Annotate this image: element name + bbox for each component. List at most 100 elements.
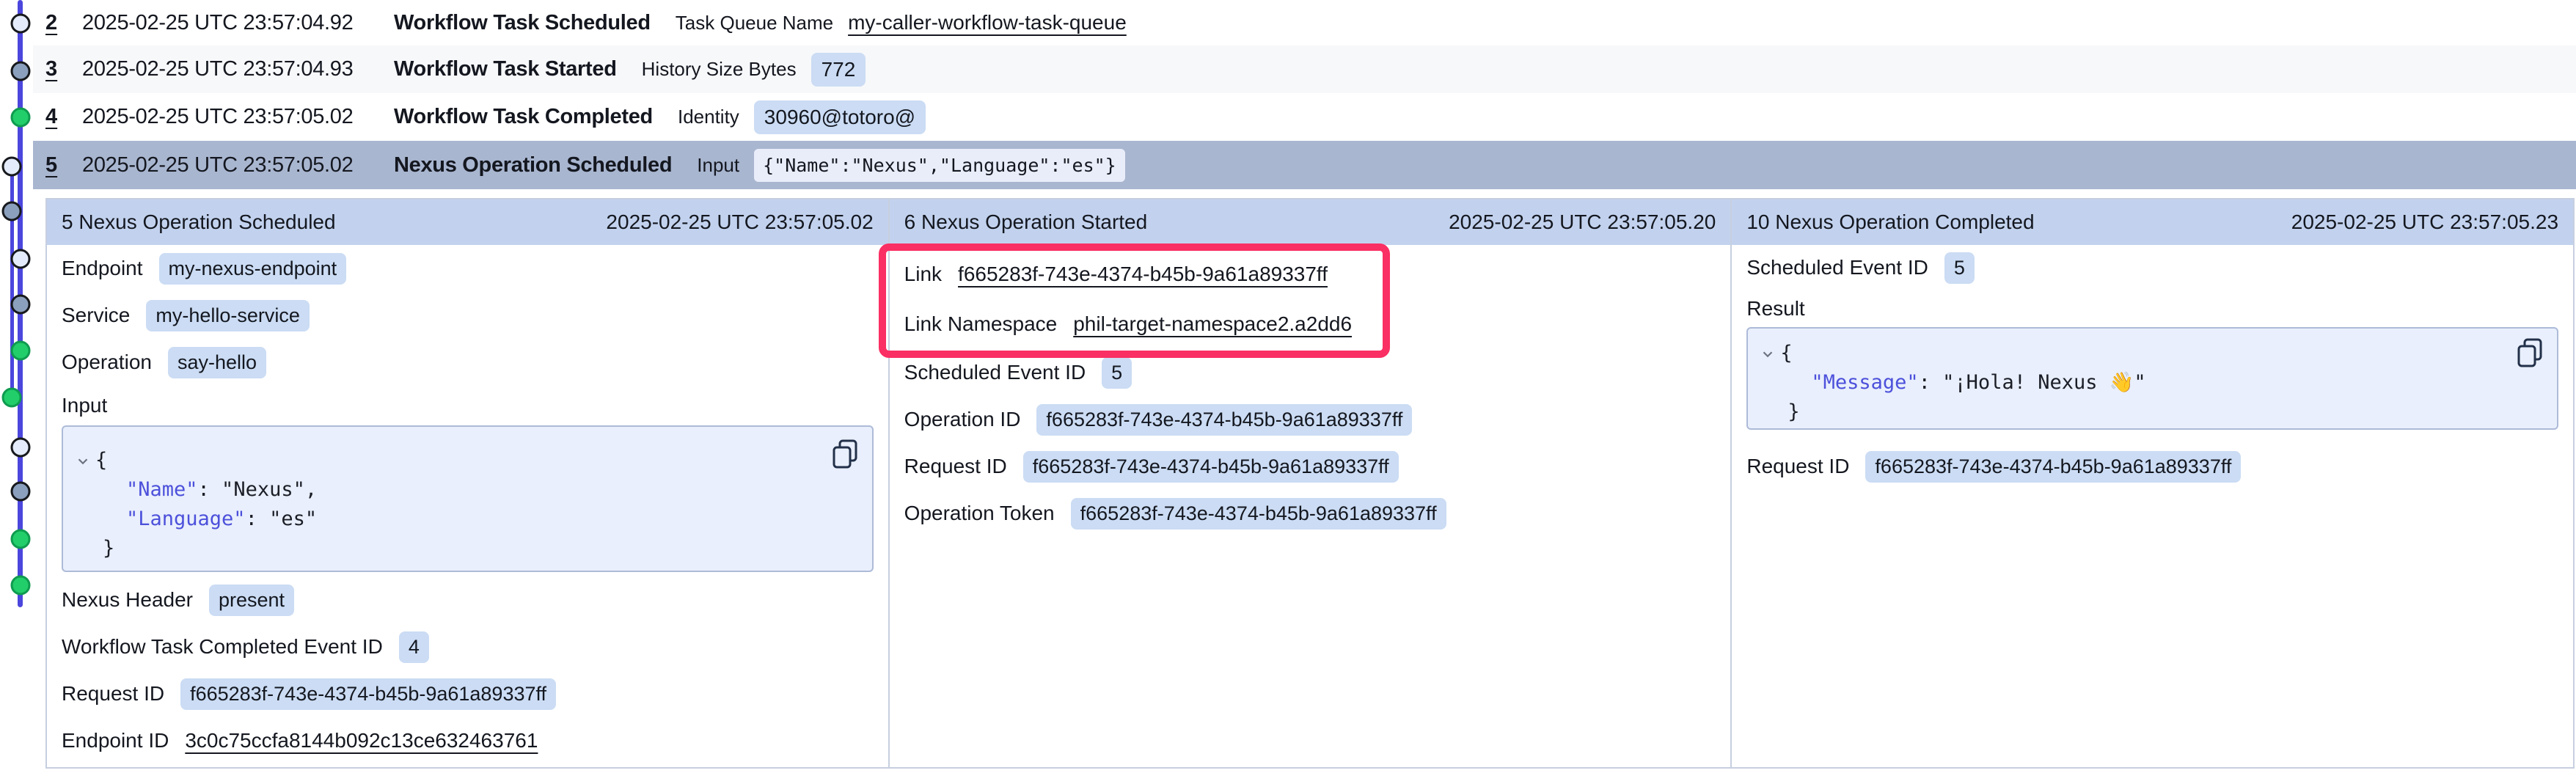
- field-scheduled-event-id: Scheduled Event ID 5: [904, 349, 1716, 396]
- panel-column-scheduled: 5 Nexus Operation Scheduled 2025-02-25 U…: [47, 199, 888, 767]
- event-timestamp: 2025-02-25 UTC 23:57:05.02: [82, 153, 394, 177]
- result-code-block: { "Message": "¡Hola! Nexus 👋" }: [1746, 327, 2558, 430]
- panel-column-started: 6 Nexus Operation Started 2025-02-25 UTC…: [888, 199, 1731, 767]
- event-status-dot-white: [11, 438, 31, 458]
- event-status-dot-green: [11, 576, 31, 596]
- scheduled-body: Endpoint my-nexus-endpoint Service my-he…: [47, 245, 888, 764]
- event-attr-label: Input: [697, 154, 739, 177]
- field-request-id: Request ID f665283f-743e-4374-b45b-9a61a…: [904, 443, 1716, 490]
- json-key: "Language": [126, 508, 246, 530]
- field-label: Request ID: [1746, 455, 1849, 478]
- field-operation-token: Operation Token f665283f-743e-4374-b45b-…: [904, 490, 1716, 537]
- event-id-link[interactable]: 3: [45, 57, 57, 81]
- endpoint-badge: my-nexus-endpoint: [159, 253, 347, 285]
- event-status-dot-white: [11, 14, 31, 34]
- field-label: Endpoint ID: [62, 729, 169, 752]
- field-label: Scheduled Event ID: [1746, 256, 1928, 279]
- event-status-dot-white: [2, 157, 22, 177]
- event-status-dot-white: [11, 249, 31, 269]
- event-status-dot-gray: [11, 62, 31, 81]
- event-id-cell: 5: [45, 153, 82, 177]
- field-label: Request ID: [62, 682, 164, 706]
- collapse-chevron-icon[interactable]: [1758, 346, 1777, 362]
- operation-badge: say-hello: [168, 347, 266, 378]
- field-request-id: Request ID f665283f-743e-4374-b45b-9a61a…: [1746, 443, 2558, 490]
- event-name: Nexus Operation Scheduled: [394, 153, 672, 177]
- field-scheduled-event-id: Scheduled Event ID 5: [1746, 245, 2558, 290]
- completed-body: Scheduled Event ID 5 Result { "Message":…: [1732, 245, 2573, 490]
- field-label: Nexus Header: [62, 588, 193, 612]
- field-label: Link Namespace: [904, 312, 1058, 336]
- event-id-cell: 2: [45, 11, 82, 35]
- field-service: Service my-hello-service: [62, 292, 874, 339]
- json-line: {: [73, 446, 821, 475]
- field-request-id: Request ID f665283f-743e-4374-b45b-9a61a…: [62, 670, 874, 717]
- json-line: "Name": "Nexus",: [73, 475, 821, 505]
- event-id-link[interactable]: 2: [45, 11, 57, 34]
- event-group-detail-panel: 5 Nexus Operation Scheduled 2025-02-25 U…: [45, 198, 2575, 769]
- field-label: Link: [904, 263, 942, 286]
- started-body: Link f665283f-743e-4374-b45b-9a61a89337f…: [890, 245, 1731, 537]
- event-row-2[interactable]: 2 2025-02-25 UTC 23:57:04.92 Workflow Ta…: [33, 0, 2576, 45]
- operation-id-badge: f665283f-743e-4374-b45b-9a61a89337ff: [1036, 404, 1412, 436]
- request-id-badge: f665283f-743e-4374-b45b-9a61a89337ff: [180, 678, 556, 710]
- event-timeline-rail: [0, 0, 33, 773]
- event-name: Workflow Task Scheduled: [394, 11, 651, 35]
- service-badge: my-hello-service: [146, 300, 310, 331]
- wtc-event-id-badge: 4: [399, 631, 429, 663]
- operation-token-badge: f665283f-743e-4374-b45b-9a61a89337ff: [1071, 498, 1446, 530]
- field-label: Operation Token: [904, 502, 1055, 525]
- event-row-4[interactable]: 4 2025-02-25 UTC 23:57:05.02 Workflow Ta…: [33, 93, 2576, 141]
- json-open-brace: {: [1780, 342, 1792, 364]
- completed-header-title: 10 Nexus Operation Completed: [1746, 210, 2034, 234]
- json-value: : "es": [246, 508, 318, 530]
- field-wtc-event-id: Workflow Task Completed Event ID 4: [62, 623, 874, 670]
- copy-icon[interactable]: [831, 439, 860, 471]
- json-value: : "¡Hola! Nexus 👋": [1919, 371, 2146, 394]
- started-header: 6 Nexus Operation Started 2025-02-25 UTC…: [890, 199, 1731, 245]
- link-link[interactable]: f665283f-743e-4374-b45b-9a61a89337ff: [958, 263, 1328, 286]
- request-id-badge: f665283f-743e-4374-b45b-9a61a89337ff: [1865, 451, 2241, 483]
- nexus-header-badge: present: [209, 585, 294, 616]
- task-queue-link[interactable]: my-caller-workflow-task-queue: [848, 11, 1127, 34]
- event-row-3[interactable]: 3 2025-02-25 UTC 23:57:04.93 Workflow Ta…: [33, 45, 2576, 93]
- link-namespace-link[interactable]: phil-target-namespace2.a2dd6: [1073, 312, 1352, 336]
- event-attr-label: Task Queue Name: [676, 12, 833, 34]
- field-label: Service: [62, 304, 130, 327]
- collapse-chevron-icon[interactable]: [73, 453, 92, 469]
- event-timestamp: 2025-02-25 UTC 23:57:05.02: [82, 105, 394, 129]
- event-status-dot-gray: [2, 202, 22, 221]
- json-open-brace: {: [95, 449, 107, 472]
- event-attr-label: History Size Bytes: [642, 58, 797, 81]
- copy-icon[interactable]: [2516, 337, 2545, 370]
- field-label: Endpoint: [62, 257, 143, 280]
- scheduled-header: 5 Nexus Operation Scheduled 2025-02-25 U…: [47, 199, 888, 245]
- json-line: "Message": "¡Hola! Nexus 👋": [1758, 368, 2506, 398]
- input-label: Input: [62, 386, 874, 425]
- scheduled-header-timestamp: 2025-02-25 UTC 23:57:05.02: [606, 210, 873, 234]
- json-line: {: [1758, 339, 2506, 368]
- history-size-badge: 772: [811, 53, 866, 87]
- completed-header-timestamp: 2025-02-25 UTC 23:57:05.23: [2291, 210, 2558, 234]
- event-row-5-selected[interactable]: 5 2025-02-25 UTC 23:57:05.02 Nexus Opera…: [33, 141, 2576, 189]
- field-label: Workflow Task Completed Event ID: [62, 635, 383, 659]
- event-id-link[interactable]: 4: [45, 105, 57, 128]
- field-operation: Operation say-hello: [62, 339, 874, 386]
- field-label: Request ID: [904, 455, 1007, 478]
- field-label: Operation: [62, 351, 152, 374]
- json-key: "Message": [1811, 371, 1918, 394]
- event-status-dot-green: [11, 108, 31, 128]
- completed-header: 10 Nexus Operation Completed 2025-02-25 …: [1732, 199, 2573, 245]
- field-endpoint: Endpoint my-nexus-endpoint: [62, 245, 874, 292]
- event-status-dot-gray: [11, 295, 31, 315]
- field-label: Scheduled Event ID: [904, 361, 1086, 384]
- endpoint-id-link[interactable]: 3c0c75ccfa8144b092c13ce632463761: [185, 729, 538, 752]
- event-name: Workflow Task Started: [394, 57, 617, 81]
- json-line: }: [1758, 398, 2506, 427]
- field-link: Link f665283f-743e-4374-b45b-9a61a89337f…: [904, 249, 1716, 299]
- json-value: : "Nexus",: [198, 478, 318, 501]
- event-id-link[interactable]: 5: [45, 153, 57, 177]
- event-name: Workflow Task Completed: [394, 105, 653, 129]
- request-id-badge: f665283f-743e-4374-b45b-9a61a89337ff: [1023, 451, 1399, 483]
- json-line: }: [73, 534, 821, 563]
